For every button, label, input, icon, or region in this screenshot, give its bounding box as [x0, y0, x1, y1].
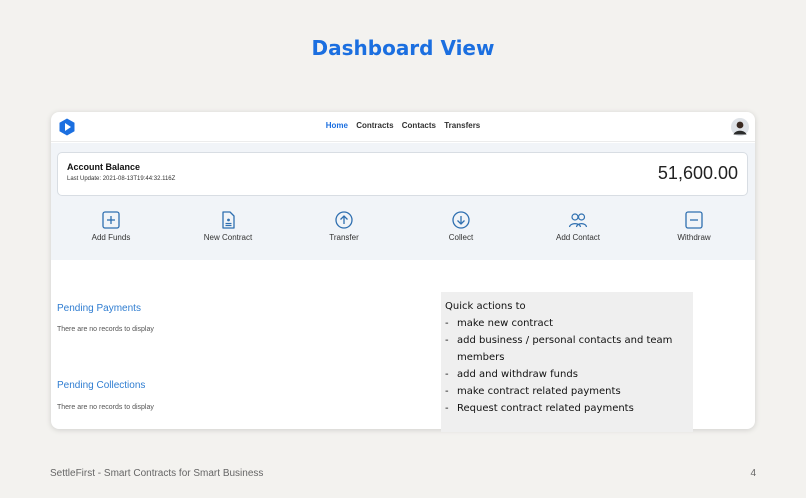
note-item-text: add and withdraw funds	[457, 369, 578, 380]
transfer-button[interactable]: Transfer	[299, 210, 389, 242]
pending-collections-title: Pending Collections	[57, 380, 146, 391]
note-item-text: add business / personal contacts and tea…	[457, 335, 673, 363]
last-update-text: Last Update: 2021-08-13T19:44:32.116Z	[67, 176, 176, 182]
withdraw-label: Withdraw	[677, 233, 711, 242]
nav-transfers[interactable]: Transfers	[444, 121, 480, 130]
slide-footer: SettleFirst - Smart Contracts for Smart …	[50, 468, 264, 479]
nav-links: Home Contracts Contacts Transfers	[51, 121, 755, 130]
note-item-text: make contract related payments	[457, 386, 621, 397]
slide-title: Dashboard View	[311, 36, 495, 60]
note-item: - Request contract related payments	[445, 400, 689, 417]
collect-label: Collect	[448, 233, 474, 242]
nav-contacts[interactable]: Contacts	[402, 121, 436, 130]
users-icon	[568, 213, 588, 228]
minus-square-icon	[685, 211, 703, 229]
add-contact-button[interactable]: Add Contact	[533, 210, 623, 242]
note-item: - add business / personal contacts and te…	[445, 332, 689, 366]
top-nav: Home Contracts Contacts Transfers	[51, 112, 755, 142]
plus-square-icon	[102, 211, 120, 229]
nav-contracts[interactable]: Contracts	[356, 121, 393, 130]
note-heading: Quick actions to	[445, 301, 526, 312]
new-contract-label: New Contract	[203, 233, 253, 242]
account-balance-card: Account Balance Last Update: 2021-08-13T…	[57, 152, 748, 196]
note-item: - make new contract	[445, 315, 689, 332]
annotation-note: Quick actions to - make new contract - add…	[441, 292, 693, 432]
user-avatar[interactable]	[731, 118, 749, 136]
pending-collections-empty: There are no records to display	[57, 404, 154, 411]
note-item-text: Request contract related payments	[457, 403, 634, 414]
account-balance-label: Account Balance	[67, 162, 141, 172]
nav-home[interactable]: Home	[326, 121, 348, 130]
balance-amount: 51,600.00	[657, 163, 738, 183]
page-number: 4	[750, 468, 756, 479]
pending-payments-empty: There are no records to display	[57, 326, 154, 333]
quick-actions: Add Funds New Contract Transfer Collect …	[51, 210, 755, 256]
transfer-label: Transfer	[329, 233, 359, 242]
arrow-down-circle-icon	[452, 211, 470, 229]
note-item-text: make new contract	[457, 318, 554, 329]
add-funds-button[interactable]: Add Funds	[66, 210, 156, 242]
note-item: - add and withdraw funds	[445, 366, 689, 383]
add-contact-label: Add Contact	[555, 233, 601, 242]
document-icon	[222, 211, 235, 229]
pending-payments-title: Pending Payments	[57, 303, 141, 314]
collect-button[interactable]: Collect	[416, 210, 506, 242]
arrow-up-circle-icon	[335, 211, 353, 229]
withdraw-button[interactable]: Withdraw	[649, 210, 739, 242]
note-item: - make contract related payments	[445, 383, 689, 400]
dashboard-panel: Account Balance Last Update: 2021-08-13T…	[51, 143, 755, 260]
add-funds-label: Add Funds	[91, 233, 131, 242]
new-contract-button[interactable]: New Contract	[183, 210, 273, 242]
